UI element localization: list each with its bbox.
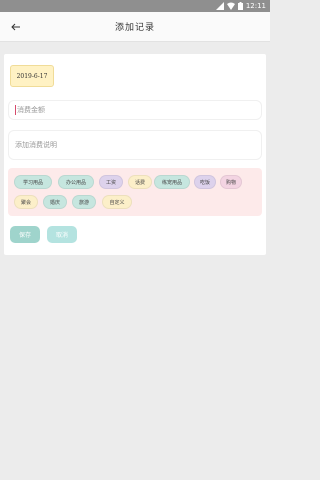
tag-wedding[interactable]: 婚庆 — [43, 195, 67, 209]
cancel-button[interactable]: 取消 — [47, 226, 77, 243]
status-time: 12:11 — [245, 2, 266, 10]
app-bar: 添加记录 — [0, 12, 270, 42]
battery-icon — [237, 2, 243, 10]
status-bar: 12:11 — [0, 0, 270, 12]
category-tags: 学习用品 办公用品 工资 话费 练宠用品 吃饭 购物 聚会 婚庆 旅游 自定义 — [8, 168, 262, 216]
tag-office-supplies[interactable]: 办公用品 — [58, 175, 94, 189]
date-picker[interactable]: 2019-6-17 — [10, 65, 54, 87]
note-input[interactable]: 添加消费说明 — [8, 130, 262, 160]
tag-party[interactable]: 聚会 — [14, 195, 38, 209]
tag-study-supplies[interactable]: 学习用品 — [14, 175, 52, 189]
signal-icon — [215, 2, 224, 10]
tag-dining[interactable]: 吃饭 — [194, 175, 216, 189]
tag-pet-supplies[interactable]: 练宠用品 — [154, 175, 190, 189]
wifi-icon — [226, 2, 235, 10]
save-button[interactable]: 保存 — [10, 226, 40, 243]
note-placeholder: 添加消费说明 — [15, 141, 57, 149]
tag-shopping[interactable]: 购物 — [220, 175, 242, 189]
amount-placeholder: 消费金额 — [17, 106, 45, 114]
tag-salary[interactable]: 工资 — [99, 175, 123, 189]
record-form-card: 2019-6-17 消费金额 添加消费说明 学习用品 办公用品 工资 话费 练宠… — [4, 54, 266, 255]
page-title: 添加记录 — [114, 23, 155, 33]
amount-input[interactable]: 消费金额 — [8, 100, 262, 120]
tag-travel[interactable]: 旅游 — [72, 195, 96, 209]
tag-phone-bill[interactable]: 话费 — [128, 175, 152, 189]
tag-custom[interactable]: 自定义 — [102, 195, 132, 209]
